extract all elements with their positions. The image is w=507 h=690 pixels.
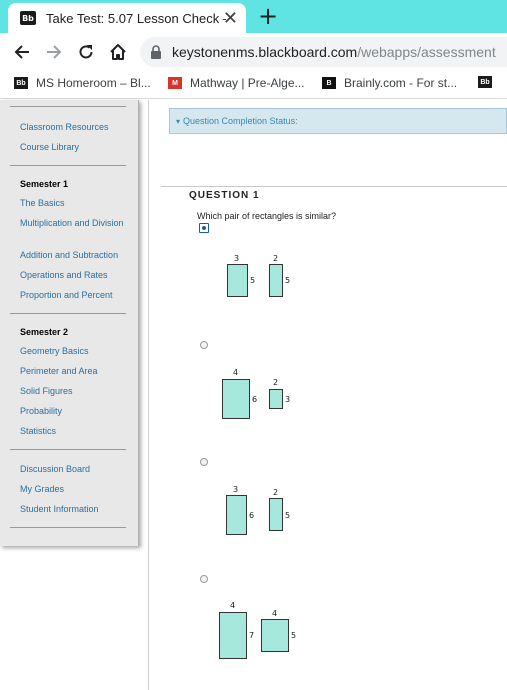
sidebar-item-the-basics[interactable]: The Basics bbox=[20, 197, 132, 209]
answer-radio-b[interactable] bbox=[200, 341, 208, 349]
sidebar-item-my-grades[interactable]: My Grades bbox=[20, 483, 132, 495]
sidebar-item-solid-figures[interactable]: Solid Figures bbox=[20, 385, 132, 397]
rectangle-figure bbox=[227, 264, 248, 297]
rectangle-figure bbox=[261, 619, 289, 652]
divider bbox=[161, 186, 507, 187]
blackboard-icon: Bb bbox=[14, 77, 28, 89]
rect-top-label: 3 bbox=[233, 485, 239, 494]
bookmark-ms-homeroom[interactable]: Bb MS Homeroom – Bl... bbox=[14, 76, 151, 90]
rect-top-label: 2 bbox=[273, 254, 279, 263]
rect-side-label: 5 bbox=[285, 511, 291, 520]
bookmark-label: MS Homeroom – Bl... bbox=[36, 76, 151, 90]
home-button[interactable] bbox=[106, 40, 130, 64]
rect-side-label: 5 bbox=[285, 276, 291, 285]
status-label: Question Completion Status: bbox=[183, 116, 298, 126]
content-border bbox=[148, 100, 149, 690]
divider bbox=[10, 106, 126, 107]
bookmark-label: Brainly.com - For st... bbox=[344, 76, 458, 90]
expand-arrow-icon: ▾ bbox=[176, 116, 181, 126]
rect-top-label: 4 bbox=[233, 368, 239, 377]
bookmark-blackboard[interactable]: Bb bbox=[478, 76, 500, 88]
back-button[interactable] bbox=[10, 40, 34, 64]
question-completion-status[interactable]: ▾ Question Completion Status: bbox=[169, 108, 507, 134]
sidebar-item-addition-subtraction[interactable]: Addition and Subtraction bbox=[20, 249, 132, 261]
sidebar-item-perimeter-area[interactable]: Perimeter and Area bbox=[20, 365, 132, 377]
sidebar-item-operations-rates[interactable]: Operations and Rates bbox=[20, 269, 132, 281]
mathway-icon: M bbox=[168, 77, 182, 89]
sidebar-item-classroom-resources[interactable]: Classroom Resources bbox=[20, 121, 132, 133]
tab-strip: Bb Take Test: 5.07 Lesson Check – 7 ✕ + bbox=[0, 0, 507, 33]
answer-radio-d[interactable] bbox=[200, 575, 208, 583]
close-tab-icon[interactable]: ✕ bbox=[223, 8, 238, 28]
course-menu: Classroom Resources Course Library Semes… bbox=[0, 100, 139, 546]
rect-top-label: 2 bbox=[273, 488, 279, 497]
rect-side-label: 3 bbox=[285, 395, 291, 404]
address-bar[interactable]: keystonenms.blackboard.com/webapps/asses… bbox=[140, 37, 507, 67]
divider bbox=[10, 313, 126, 314]
blackboard-favicon-icon: Bb bbox=[20, 11, 36, 25]
answer-radio-c[interactable] bbox=[200, 458, 208, 466]
rectangle-figure bbox=[269, 264, 283, 297]
brainly-icon: B bbox=[322, 77, 336, 89]
bookmarks-bar: Bb MS Homeroom – Bl... M Mathway | Pre-A… bbox=[0, 71, 507, 99]
sidebar-item-course-library[interactable]: Course Library bbox=[20, 141, 132, 153]
divider bbox=[10, 165, 126, 166]
selected-dot-icon bbox=[202, 226, 206, 230]
rectangle-figure bbox=[269, 389, 283, 409]
rectangle-figure bbox=[222, 379, 250, 419]
browser-toolbar: keystonenms.blackboard.com/webapps/asses… bbox=[0, 33, 507, 71]
rect-side-label: 6 bbox=[252, 395, 258, 404]
page-content: Classroom Resources Course Library Semes… bbox=[0, 100, 507, 690]
rectangle-figure bbox=[219, 612, 247, 659]
sidebar-item-statistics[interactable]: Statistics bbox=[20, 425, 132, 437]
semester-2-heading: Semester 2 bbox=[20, 327, 69, 337]
new-tab-button[interactable]: + bbox=[258, 2, 278, 30]
rectangle-figure bbox=[269, 498, 283, 531]
rect-top-label: 2 bbox=[273, 378, 279, 387]
rect-top-label: 3 bbox=[234, 254, 240, 263]
lock-icon bbox=[151, 45, 161, 59]
sidebar-item-multiplication-division[interactable]: Multiplication and Division bbox=[20, 217, 132, 229]
sidebar-item-geometry-basics[interactable]: Geometry Basics bbox=[20, 345, 132, 357]
home-icon bbox=[110, 44, 126, 60]
question-text: Which pair of rectangles is similar? bbox=[197, 211, 337, 221]
sidebar-item-student-information[interactable]: Student Information bbox=[20, 503, 132, 515]
rect-side-label: 6 bbox=[249, 511, 255, 520]
reload-icon bbox=[79, 45, 93, 59]
question-title: QUESTION 1 bbox=[189, 190, 260, 201]
rect-top-label: 4 bbox=[230, 601, 236, 610]
bookmark-label: Mathway | Pre-Alge... bbox=[190, 76, 305, 90]
bookmark-brainly[interactable]: B Brainly.com - For st... bbox=[322, 76, 457, 90]
forward-arrow-icon bbox=[47, 45, 62, 59]
active-tab[interactable]: Bb Take Test: 5.07 Lesson Check – 7 ✕ bbox=[8, 3, 246, 33]
bookmark-mathway[interactable]: M Mathway | Pre-Alge... bbox=[168, 76, 305, 90]
rect-side-label: 7 bbox=[249, 631, 255, 640]
rectangle-figure bbox=[226, 495, 247, 535]
sidebar-item-discussion-board[interactable]: Discussion Board bbox=[20, 463, 132, 475]
url-text: keystonenms.blackboard.com/webapps/asses… bbox=[172, 44, 496, 60]
reload-button[interactable] bbox=[74, 40, 98, 64]
rect-top-label: 4 bbox=[272, 609, 278, 618]
rect-side-label: 5 bbox=[250, 276, 256, 285]
divider bbox=[10, 449, 126, 450]
rect-side-label: 5 bbox=[291, 631, 297, 640]
blackboard-icon: Bb bbox=[478, 76, 492, 88]
forward-button[interactable] bbox=[42, 40, 66, 64]
back-arrow-icon bbox=[14, 45, 29, 59]
tab-title: Take Test: 5.07 Lesson Check – 7 bbox=[46, 10, 226, 26]
answer-radio-a[interactable] bbox=[199, 223, 209, 233]
sidebar-item-proportion-percent[interactable]: Proportion and Percent bbox=[20, 289, 132, 301]
divider bbox=[10, 527, 126, 528]
semester-1-heading: Semester 1 bbox=[20, 179, 69, 189]
sidebar-item-probability[interactable]: Probability bbox=[20, 405, 132, 417]
